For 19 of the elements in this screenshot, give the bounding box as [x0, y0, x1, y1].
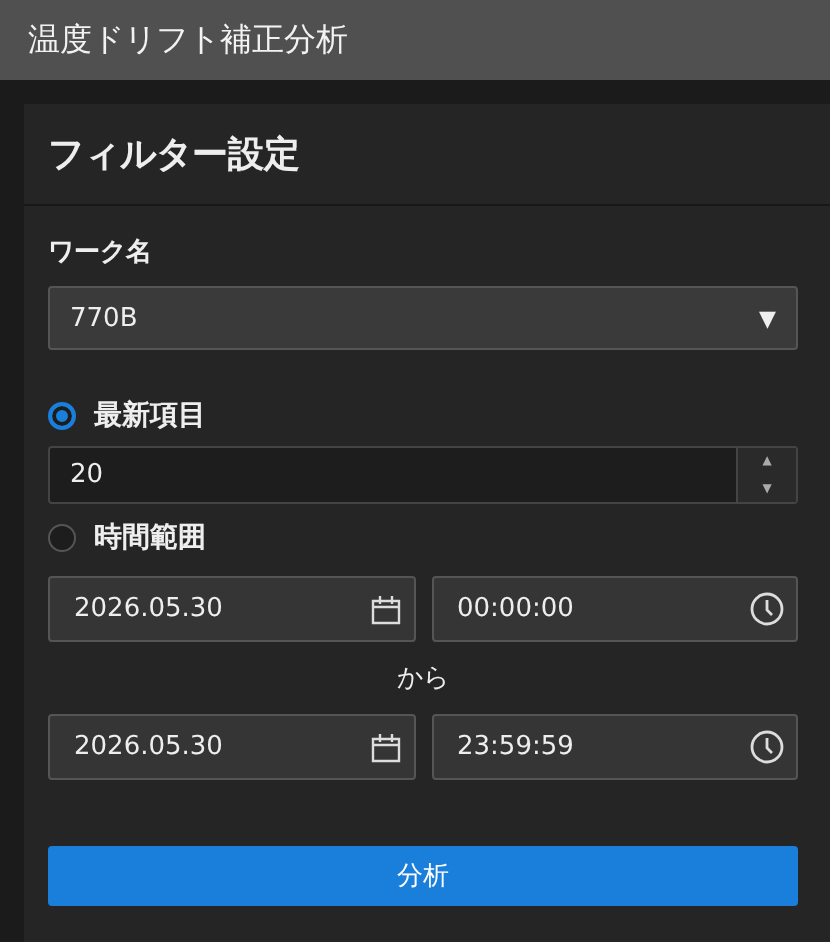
range-separator: から: [397, 662, 449, 698]
clock-icon: [750, 592, 784, 626]
date-field[interactable]: 2026.05.30: [48, 576, 415, 642]
calendar-icon: [369, 731, 401, 763]
calendar-icon: [369, 593, 401, 625]
time-field[interactable]: 23:59:59: [431, 714, 798, 780]
radio-button[interactable]: [48, 402, 76, 430]
radio-button[interactable]: [48, 524, 76, 552]
date-field[interactable]: 2026.05.30: [48, 714, 415, 780]
panel-title: フィルター設定: [48, 132, 300, 178]
clock-icon: [750, 730, 784, 764]
radio-label[interactable]: 時間範囲: [94, 520, 206, 556]
field-label: ワーク名: [48, 236, 154, 270]
analyze-button[interactable]: 分析: [48, 846, 798, 906]
work-select[interactable]: 770B ▼: [48, 286, 798, 350]
window-title: 温度ドリフト補正分析: [28, 19, 348, 61]
time-field[interactable]: 00:00:00: [431, 576, 798, 642]
radio-label[interactable]: 最新項目: [94, 398, 206, 434]
caret-icon: ▼: [759, 305, 776, 331]
